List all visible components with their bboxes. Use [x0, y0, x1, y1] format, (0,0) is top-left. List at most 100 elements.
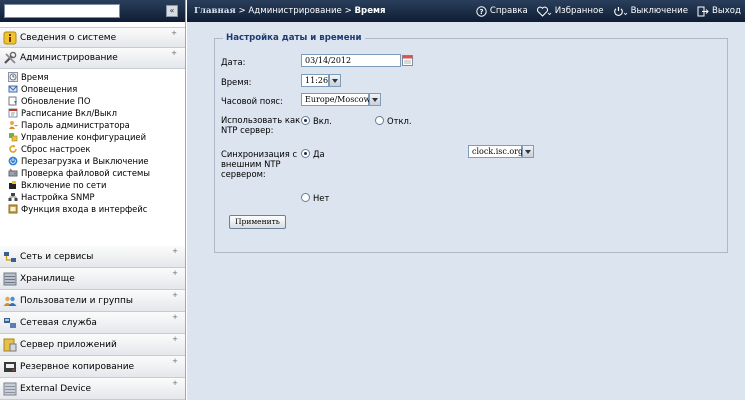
calendar-icon[interactable] — [402, 55, 413, 66]
sidebar-item-factory-reset[interactable]: Сброс настроек — [8, 143, 185, 155]
expand-icon: + — [172, 335, 178, 343]
section-backup[interactable]: Резервное копирование + — [0, 356, 185, 378]
section-system-info[interactable]: Сведения о системе + — [0, 27, 185, 48]
expand-icon: + — [172, 247, 178, 255]
section-storage[interactable]: Хранилище + — [0, 268, 185, 290]
sidebar-item-filesystem-check[interactable]: Проверка файловой системы — [8, 167, 185, 179]
config-icon — [9, 133, 18, 142]
ntp-sync-label-line: сервером: — [221, 169, 266, 179]
section-users-groups[interactable]: Пользователи и группы + — [0, 290, 185, 312]
ntp-sync-label: Синхронизация с внешним NTP сервером: — [221, 149, 297, 179]
app-server-icon — [3, 338, 17, 351]
sidebar-item-schedule[interactable]: Расписание Вкл/Выкл — [8, 107, 185, 119]
help-link[interactable]: ? Справка — [476, 5, 528, 17]
sidebar-item-label: Включение по сети — [21, 180, 107, 190]
breadcrumb-home-link[interactable]: Главная — [194, 6, 236, 16]
sidebar-item-label: Функция входа в интерфейс — [21, 204, 148, 214]
shutdown-link[interactable]: Выключение — [613, 6, 688, 17]
tools-icon — [4, 51, 17, 64]
ntp-sync-label-line: внешним NTP — [221, 159, 281, 169]
sidebar-item-snmp[interactable]: Настройка SNMP — [8, 191, 185, 203]
sidebar-item-label: Время — [21, 72, 49, 82]
schedule-icon — [8, 108, 18, 118]
ntp-server-select[interactable]: clock.isc.org — [468, 145, 523, 158]
storage-icon — [3, 272, 17, 285]
breadcrumb-separator: > — [344, 6, 352, 16]
ntp-server-on-label: Вкл. — [313, 116, 332, 126]
favorites-link[interactable]: Избранное — [536, 6, 604, 17]
logout-icon — [697, 6, 709, 16]
breadcrumb-admin-link[interactable]: Администрирование — [248, 6, 341, 16]
external-device-icon — [3, 382, 17, 395]
ntp-sync-yes-radio[interactable] — [301, 149, 310, 158]
section-external-device[interactable]: External Device + — [0, 378, 185, 400]
sidebar-item-login-function[interactable]: Функция входа в интерфейс — [8, 203, 185, 215]
ntp-sync-no-radio[interactable] — [301, 193, 310, 202]
sidebar-item-label: Сброс настроек — [21, 144, 91, 154]
timezone-select[interactable]: Europe/Moscow — [301, 93, 370, 106]
time-select[interactable]: 11:26 — [301, 74, 329, 87]
reset-icon — [9, 144, 17, 153]
backup-icon — [4, 361, 16, 372]
shutdown-label: Выключение — [630, 6, 689, 16]
expand-icon: + — [172, 313, 178, 321]
admin-submenu: Время Оповещения Обновление ПО Расписани… — [0, 69, 185, 223]
update-icon — [8, 96, 17, 106]
section-administration[interactable]: Администрирование + — [0, 48, 185, 69]
section-app-server[interactable]: Сервер приложений + — [0, 334, 185, 356]
favorites-label: Избранное — [554, 6, 604, 16]
timezone-label: Часовой пояс: — [221, 96, 283, 106]
sidebar-item-notifications[interactable]: Оповещения — [8, 83, 185, 95]
ntp-server-dropdown-button[interactable] — [522, 145, 534, 158]
help-icon: ? — [476, 5, 487, 17]
breadcrumb-separator: > — [238, 6, 246, 16]
sidebar-item-admin-password[interactable]: Пароль администратора — [8, 119, 185, 131]
logout-link[interactable]: Выход — [697, 6, 741, 17]
section-network-service[interactable]: Сетевая служба + — [0, 312, 185, 334]
ntp-server-label: Использовать как NTP сервер: — [221, 115, 300, 135]
ntp-sync-yes-label: Да — [313, 149, 325, 159]
sidebar-item-firmware-update[interactable]: Обновление ПО — [8, 95, 185, 107]
ntp-server-label-line: NTP сервер: — [221, 125, 274, 135]
sidebar-item-label: Обновление ПО — [21, 96, 91, 106]
sidebar-item-time[interactable]: Время — [8, 71, 185, 83]
wol-icon — [9, 181, 16, 189]
search-input[interactable] — [4, 4, 120, 18]
top-links: ? Справка Избранное Выключение Выход — [467, 0, 741, 22]
section-network-services[interactable]: Сеть и сервисы + — [0, 246, 185, 268]
sidebar-item-label: Настройка SNMP — [21, 192, 95, 202]
sidebar-item-label: Оповещения — [21, 84, 78, 94]
date-field[interactable]: 03/14/2012 — [301, 54, 401, 67]
sidebar-bottom-sections: Сеть и сервисы + Хранилище + Пользовател… — [0, 246, 185, 400]
collapse-sidebar-button[interactable]: « — [166, 5, 178, 17]
ntp-server-on-radio[interactable] — [301, 116, 310, 125]
sidebar-item-label: Пароль администратора — [21, 120, 130, 130]
user-key-icon — [9, 121, 18, 129]
section-label: Сервер приложений — [20, 339, 117, 350]
sidebar-item-label: Перезагрузка и Выключение — [21, 156, 149, 166]
section-label: Сетевая служба — [20, 317, 97, 328]
section-label: Сведения о системе — [20, 32, 117, 43]
apply-button[interactable]: Применить — [229, 215, 286, 229]
logout-label: Выход — [712, 6, 741, 16]
ntp-sync-no-label: Нет — [313, 193, 330, 203]
sidebar-item-wake-on-lan[interactable]: Включение по сети — [8, 179, 185, 191]
notification-icon — [8, 85, 18, 93]
expand-icon: + — [172, 291, 178, 299]
sidebar-item-config-management[interactable]: Управление конфигурацией — [8, 131, 185, 143]
sidebar-item-reboot-shutdown[interactable]: Перезагрузка и Выключение — [8, 155, 185, 167]
sidebar-search-bar: « — [0, 0, 185, 22]
svg-text:?: ? — [479, 8, 483, 16]
ntp-server-off-radio[interactable] — [375, 116, 384, 125]
time-label: Время: — [221, 77, 252, 87]
timezone-dropdown-button[interactable] — [369, 93, 381, 106]
time-dropdown-button[interactable] — [329, 74, 341, 87]
clock-icon — [8, 72, 18, 82]
date-label: Дата: — [221, 57, 246, 67]
expand-icon: + — [171, 29, 177, 37]
ntp-server-label-line: Использовать как — [221, 115, 301, 125]
section-label: Хранилище — [20, 273, 75, 284]
sidebar-item-label: Управление конфигурацией — [21, 132, 147, 142]
users-icon — [3, 296, 17, 306]
expand-icon: + — [172, 379, 178, 387]
